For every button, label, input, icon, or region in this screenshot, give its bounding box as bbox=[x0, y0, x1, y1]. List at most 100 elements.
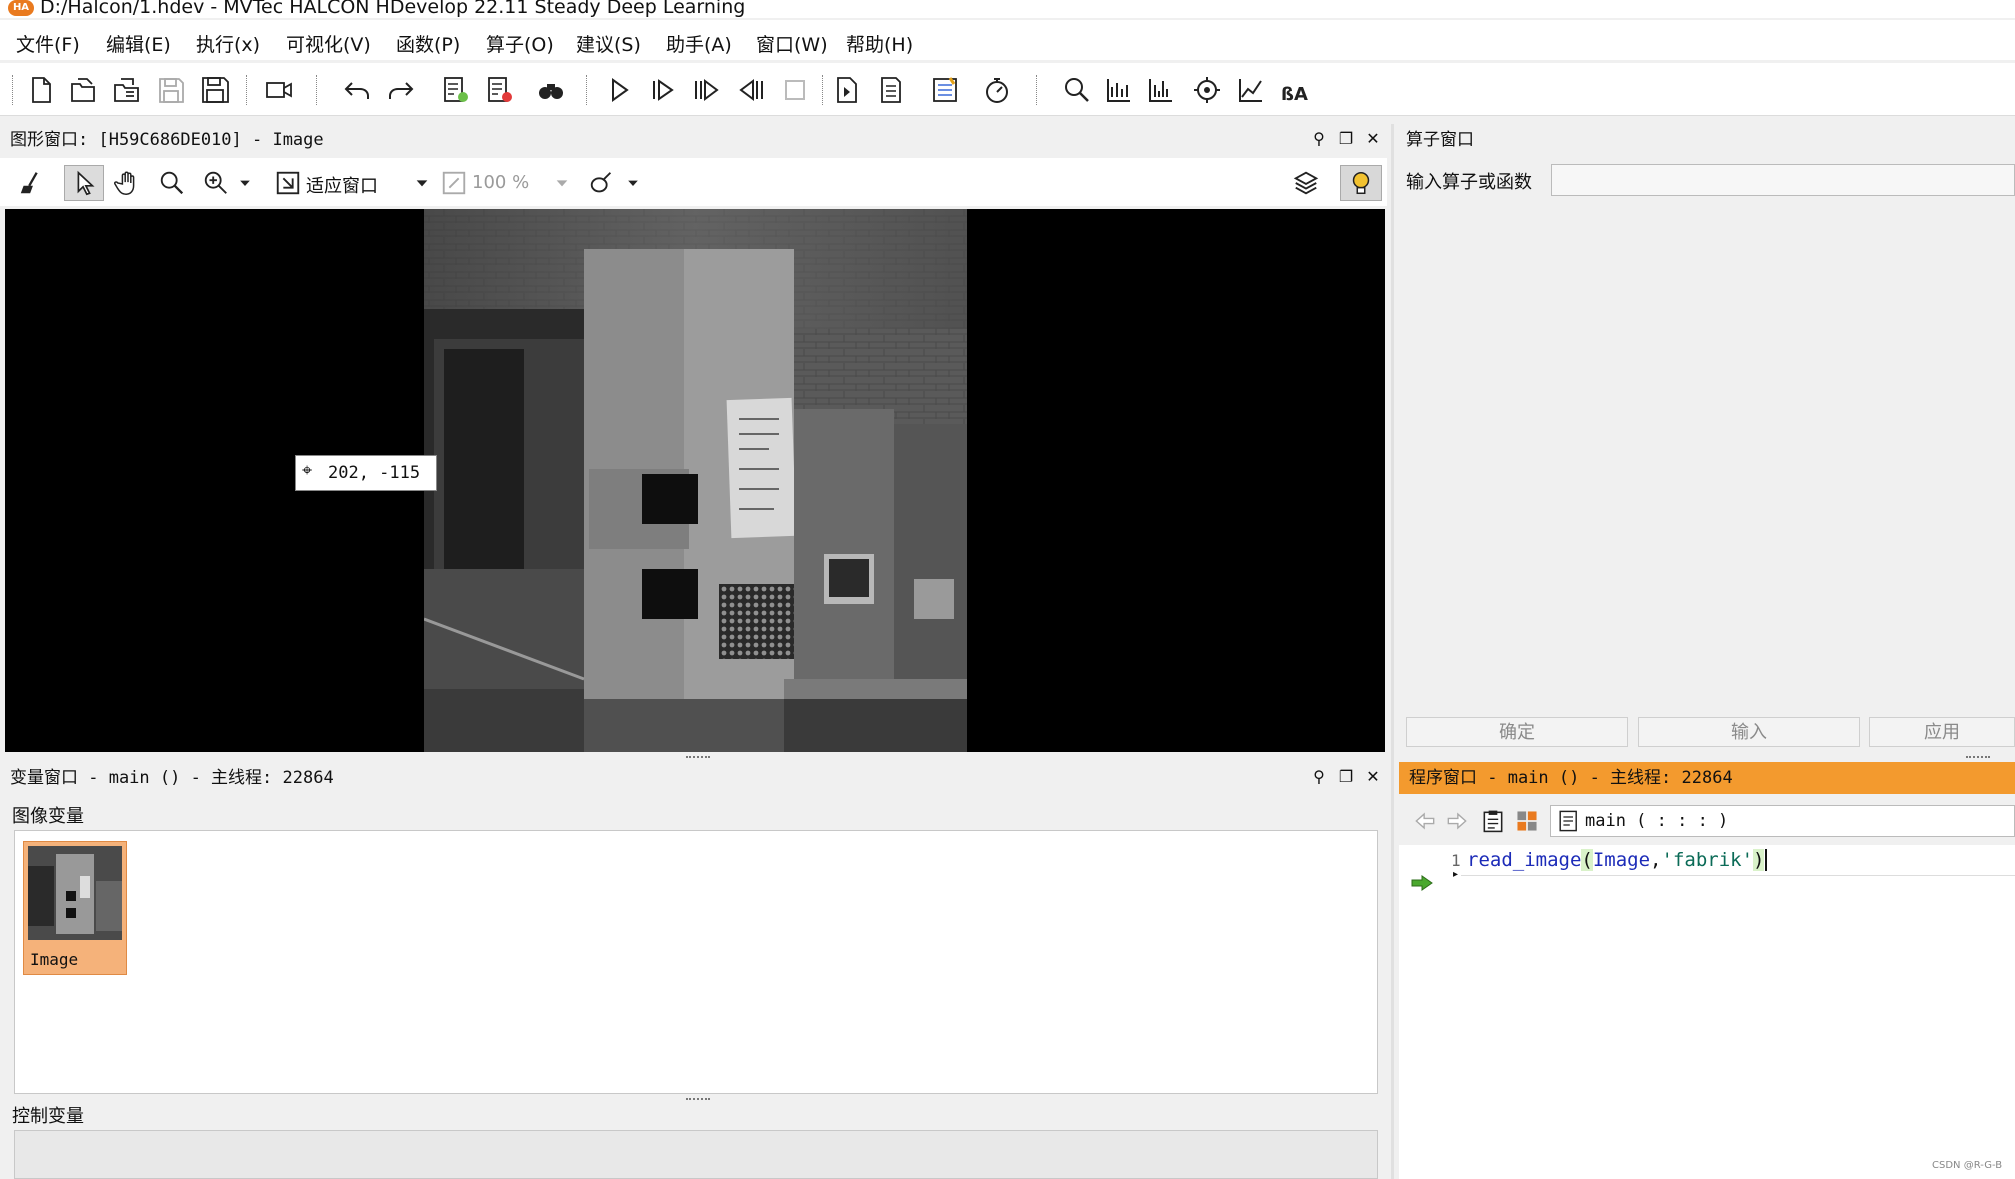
redo-icon[interactable] bbox=[384, 73, 418, 107]
operator-window-header: 算子窗口 bbox=[1396, 124, 2015, 156]
stop-icon[interactable] bbox=[778, 73, 812, 107]
menu-file[interactable]: 文件(F) bbox=[16, 30, 80, 57]
pan-tool-icon[interactable] bbox=[110, 165, 146, 201]
operator-window-title: 算子窗口 bbox=[1406, 130, 1474, 150]
image-display bbox=[424, 209, 967, 752]
code-line[interactable]: read_image(Image,'fabrik')​ bbox=[1467, 849, 1768, 871]
apply-button[interactable]: 应用 bbox=[1869, 717, 2015, 747]
activate-icon[interactable] bbox=[438, 73, 472, 107]
step-over-icon[interactable] bbox=[646, 73, 680, 107]
code-string: 'fabrik' bbox=[1661, 849, 1754, 871]
line-profile-icon[interactable] bbox=[1144, 73, 1178, 107]
main-toolbar: ßA bbox=[0, 63, 2015, 116]
step-forward-icon[interactable] bbox=[690, 73, 724, 107]
horizontal-splitter-grip[interactable] bbox=[686, 1098, 710, 1106]
menu-help[interactable]: 帮助(H) bbox=[846, 30, 913, 57]
control-variables-area[interactable] bbox=[14, 1130, 1378, 1179]
record-icon[interactable] bbox=[262, 73, 296, 107]
pin-icon[interactable]: ⚲ bbox=[1309, 767, 1329, 787]
iconic-variables-label: 图像变量 bbox=[12, 806, 84, 827]
restore-icon[interactable]: ❐ bbox=[1336, 129, 1356, 149]
magnify-icon[interactable] bbox=[154, 165, 190, 201]
feature-icon[interactable] bbox=[1234, 73, 1268, 107]
svg-text:ßA: ßA bbox=[1281, 84, 1308, 105]
zoom-value[interactable]: 100 % bbox=[472, 172, 529, 193]
image-thumbnail bbox=[28, 846, 122, 940]
fabrik-image bbox=[424, 209, 967, 752]
deactivate-icon[interactable] bbox=[482, 73, 516, 107]
iconic-variable-item[interactable]: Image bbox=[23, 841, 127, 975]
menu-execute[interactable]: 执行(x) bbox=[196, 30, 260, 57]
toolbar-separator bbox=[316, 75, 319, 105]
gray-icon[interactable] bbox=[1190, 73, 1224, 107]
procedure-selector[interactable]: main ( : : : ) bbox=[1550, 805, 2015, 837]
zoom-in-icon[interactable] bbox=[198, 165, 234, 201]
fit-window-label[interactable]: 适应窗口 bbox=[306, 172, 378, 198]
text-cursor: ​ bbox=[1765, 849, 1768, 871]
menu-operators[interactable]: 算子(O) bbox=[486, 30, 554, 57]
toolbar-grip bbox=[12, 75, 15, 105]
restore-icon[interactable]: ❐ bbox=[1336, 767, 1356, 787]
code-comma: , bbox=[1650, 849, 1662, 871]
enter-button[interactable]: 输入 bbox=[1638, 717, 1860, 747]
ok-button[interactable]: 确定 bbox=[1406, 717, 1628, 747]
coordinate-readout: 202, -115 bbox=[328, 463, 421, 483]
layers-icon[interactable] bbox=[1288, 165, 1324, 201]
toolbar-separator bbox=[1036, 75, 1039, 105]
open-file-icon[interactable] bbox=[66, 73, 100, 107]
open-examples-icon[interactable] bbox=[110, 73, 144, 107]
iconic-variables-area[interactable]: Image bbox=[14, 830, 1378, 1094]
save-all-icon[interactable] bbox=[198, 73, 232, 107]
back-arrow-icon[interactable] bbox=[1410, 805, 1440, 837]
grid-view-icon[interactable] bbox=[1512, 805, 1542, 837]
pin-icon[interactable]: ⚲ bbox=[1309, 129, 1329, 149]
vertical-splitter[interactable] bbox=[1391, 124, 1394, 1179]
new-file-icon[interactable] bbox=[24, 73, 58, 107]
clipboard-icon[interactable] bbox=[1478, 805, 1508, 837]
timer-icon[interactable] bbox=[980, 73, 1014, 107]
find-icon[interactable] bbox=[534, 73, 568, 107]
menu-window[interactable]: 窗口(W) bbox=[756, 30, 828, 57]
fit-dropdown-icon[interactable] bbox=[412, 165, 432, 201]
insert-icon[interactable] bbox=[830, 73, 864, 107]
text-icon[interactable]: ßA bbox=[1278, 73, 1312, 107]
watermark: CSDN @R-G-B bbox=[1932, 1160, 2003, 1171]
step-back-icon[interactable] bbox=[734, 73, 768, 107]
current-line-underline bbox=[1461, 875, 2015, 876]
iconic-variable-name: Image bbox=[30, 950, 79, 969]
menu-edit[interactable]: 编辑(E) bbox=[106, 30, 171, 57]
zoom-dropdown-icon[interactable] bbox=[236, 165, 254, 201]
breakpoint-icon[interactable] bbox=[928, 73, 962, 107]
code-param: Image bbox=[1592, 849, 1651, 871]
toolbar-separator bbox=[822, 75, 825, 105]
code-close-paren: ) bbox=[1753, 849, 1765, 871]
menu-visualize[interactable]: 可视化(V) bbox=[286, 30, 371, 57]
operator-input[interactable] bbox=[1551, 164, 2015, 196]
graphics-canvas[interactable]: ⌖ 202, -115 bbox=[5, 209, 1385, 752]
pointer-tool-icon[interactable] bbox=[64, 165, 104, 201]
zoom-icon[interactable] bbox=[1060, 73, 1094, 107]
histogram-icon[interactable] bbox=[1102, 73, 1136, 107]
variable-window-header: 变量窗口 - main () - 主线程: 22864 bbox=[0, 762, 1385, 794]
close-icon[interactable]: ✕ bbox=[1363, 767, 1383, 787]
shape-dropdown-icon[interactable] bbox=[624, 165, 642, 201]
forward-arrow-icon[interactable] bbox=[1442, 805, 1472, 837]
save-icon[interactable] bbox=[154, 73, 188, 107]
program-editor[interactable]: 1 ▸ read_image(Image,'fabrik')​ bbox=[1399, 845, 2015, 1179]
run-icon[interactable] bbox=[602, 73, 636, 107]
zoom-value-dropdown-icon[interactable] bbox=[552, 165, 572, 201]
code-open-paren: ( bbox=[1581, 849, 1593, 871]
undo-icon[interactable] bbox=[340, 73, 374, 107]
menu-suggestions[interactable]: 建议(S) bbox=[576, 30, 641, 57]
fit-window-icon[interactable] bbox=[270, 165, 306, 201]
clear-window-icon[interactable] bbox=[14, 165, 50, 201]
code-operator: read_image bbox=[1467, 849, 1582, 871]
menu-assistants[interactable]: 助手(A) bbox=[666, 30, 732, 57]
crosshair-icon: ⌖ bbox=[302, 460, 313, 481]
lightbulb-icon[interactable] bbox=[1340, 165, 1382, 201]
draw-shape-icon[interactable] bbox=[584, 165, 620, 201]
menu-functions[interactable]: 函数(P) bbox=[396, 30, 460, 57]
graphics-window-title: 图形窗口: [H59C686DE010] - Image bbox=[10, 130, 324, 150]
list-icon[interactable] bbox=[874, 73, 908, 107]
close-icon[interactable]: ✕ bbox=[1363, 129, 1383, 149]
